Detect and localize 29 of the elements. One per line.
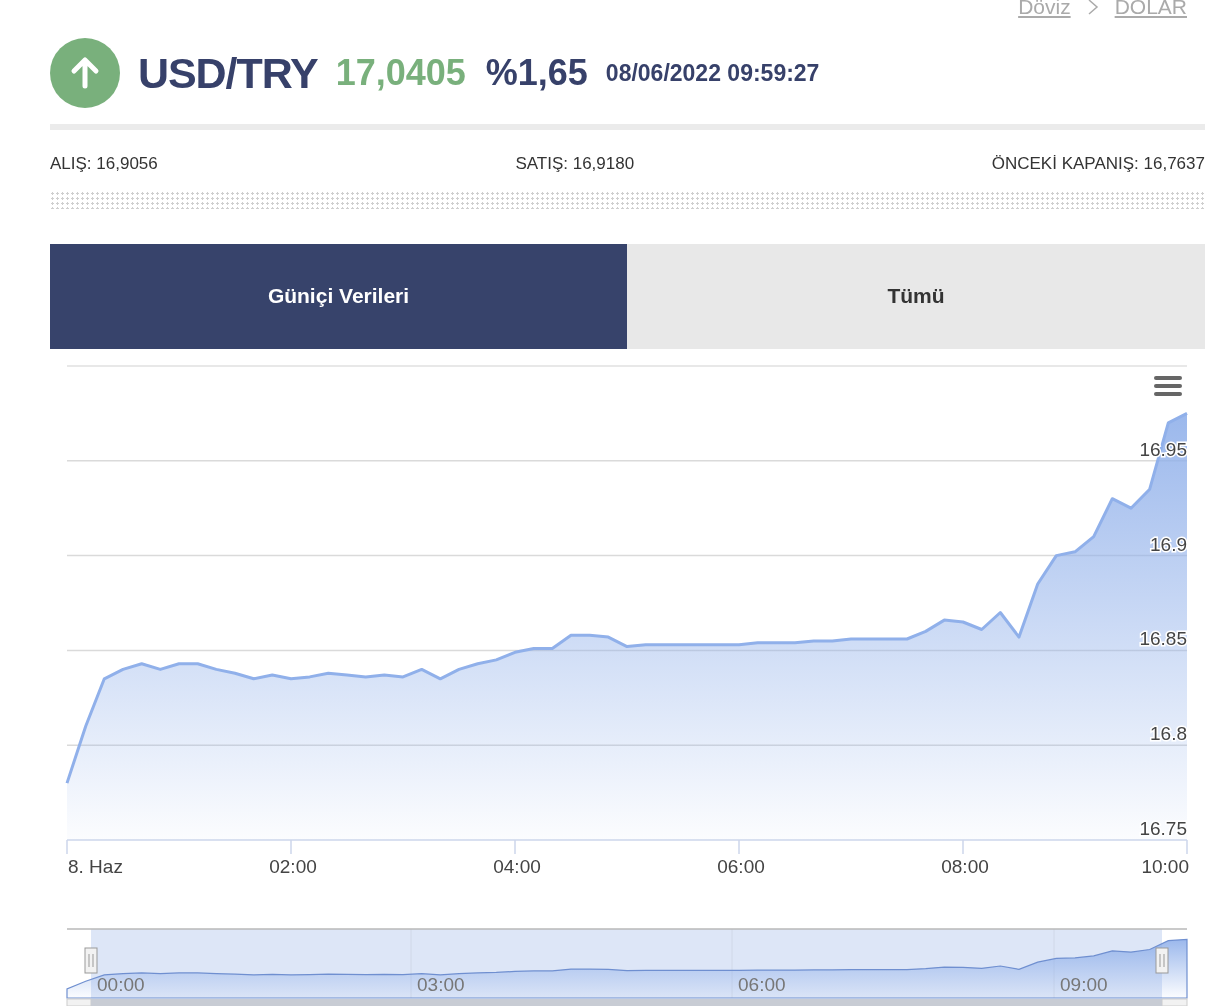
timestamp: 08/06/2022 09:59:27 [605, 58, 820, 88]
price: 17,0405 [335, 51, 466, 95]
y-tick-label: 16.8 [1150, 722, 1187, 744]
x-tick-label: 02:00 [269, 855, 317, 877]
x-tick-label: 06:00 [717, 855, 765, 877]
chevron-icon [1086, 0, 1099, 17]
navigator-label: 03:00 [417, 974, 465, 995]
change-percent: %1,65 [485, 51, 588, 95]
y-tick-label: 16.95 [1139, 438, 1187, 460]
x-tick-label: 08:00 [941, 855, 989, 877]
navigator-label: 09:00 [1060, 974, 1108, 995]
stat-label: ÖNCEKİ KAPANIŞ: 16,7637 [991, 153, 1205, 175]
symbol: USD/TRY [138, 47, 318, 99]
navigator-label: 00:00 [97, 974, 145, 995]
navigator-handle[interactable] [1155, 947, 1169, 974]
navigator-handle[interactable] [84, 947, 98, 974]
x-tick-label: 10:00 [1141, 855, 1189, 877]
menu-icon[interactable] [1154, 375, 1182, 396]
tab[interactable]: Güniçi Verileri [50, 243, 627, 349]
x-tick-label: 04:00 [493, 855, 541, 877]
y-tick-label: 16.75 [1139, 817, 1187, 839]
stat-label: SATIŞ: 16,9180 [515, 153, 635, 175]
stat-label: ALIŞ: 16,9056 [50, 153, 158, 175]
navigator-label: 06:00 [738, 974, 786, 995]
y-tick-label: 16.85 [1139, 627, 1187, 649]
scrollbar-thumb[interactable] [91, 999, 1162, 1006]
tab[interactable]: Tümü [627, 243, 1205, 349]
x-tick-label: 8. Haz [68, 855, 123, 877]
y-tick-label: 16.9 [1150, 533, 1187, 555]
